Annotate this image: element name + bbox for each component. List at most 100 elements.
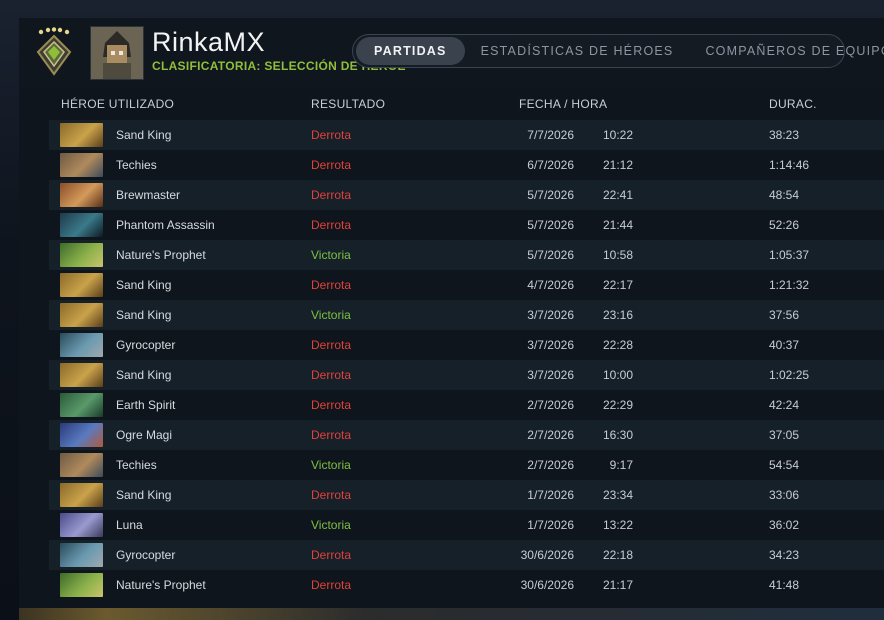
tab-teammates[interactable]: COMPAÑEROS DE EQUIPO xyxy=(689,37,884,65)
match-date: 1/7/2026 xyxy=(527,518,574,532)
table-row[interactable]: Sand King Derrota 1/7/2026 23:34 33:06 xyxy=(49,480,884,510)
match-date: 3/7/2026 xyxy=(527,368,574,382)
match-date: 1/7/2026 xyxy=(527,488,574,502)
match-result: Derrota xyxy=(311,368,352,382)
match-date: 5/7/2026 xyxy=(527,188,574,202)
match-duration: 34:23 xyxy=(769,548,800,562)
bottom-decoration xyxy=(19,608,884,620)
hero-portrait xyxy=(60,153,103,177)
match-result: Victoria xyxy=(311,458,351,472)
match-date: 30/6/2026 xyxy=(520,548,574,562)
match-duration: 41:48 xyxy=(769,578,800,592)
match-time: 21:17 xyxy=(602,578,633,592)
hero-name: Techies xyxy=(116,458,157,472)
match-date: 6/7/2026 xyxy=(527,158,574,172)
match-list: Sand King Derrota 7/7/2026 10:22 38:23 Techie… xyxy=(49,120,884,600)
match-duration: 33:06 xyxy=(769,488,800,502)
table-row[interactable]: Luna Victoria 1/7/2026 13:22 36:02 xyxy=(49,510,884,540)
hero-portrait xyxy=(60,513,103,537)
match-time: 22:28 xyxy=(602,338,633,352)
avatar[interactable] xyxy=(90,26,144,80)
match-time: 23:16 xyxy=(602,308,633,322)
hero-portrait xyxy=(60,363,103,387)
hero-portrait xyxy=(60,243,103,267)
match-time: 10:00 xyxy=(602,368,633,382)
hero-name: Sand King xyxy=(116,488,172,502)
match-result: Victoria xyxy=(311,248,351,262)
match-duration: 42:24 xyxy=(769,398,800,412)
match-date: 2/7/2026 xyxy=(527,458,574,472)
match-time: 10:22 xyxy=(602,128,633,142)
hero-name: Gyrocopter xyxy=(116,548,176,562)
match-date: 4/7/2026 xyxy=(527,278,574,292)
profile-header: RinkaMX CLASIFICATORIA: SELECCIÓN DE HÉR… xyxy=(19,18,884,88)
match-date: 3/7/2026 xyxy=(527,338,574,352)
match-duration: 37:05 xyxy=(769,428,800,442)
match-time: 9:17 xyxy=(609,458,633,472)
match-date: 2/7/2026 xyxy=(527,398,574,412)
table-row[interactable]: Sand King Victoria 3/7/2026 23:16 37:56 xyxy=(49,300,884,330)
hero-name: Sand King xyxy=(116,308,172,322)
hero-portrait xyxy=(60,483,103,507)
hero-name: Brewmaster xyxy=(116,188,181,202)
match-result: Derrota xyxy=(311,338,352,352)
match-date: 2/7/2026 xyxy=(527,428,574,442)
match-duration: 1:14:46 xyxy=(769,158,810,172)
table-row[interactable]: Sand King Derrota 3/7/2026 10:00 1:02:25 xyxy=(49,360,884,390)
match-time: 13:22 xyxy=(602,518,633,532)
match-result: Derrota xyxy=(311,578,352,592)
column-header-result[interactable]: RESULTADO xyxy=(311,97,385,111)
column-header-hero[interactable]: HÉROE UTILIZADO xyxy=(61,97,174,111)
table-row[interactable]: Phantom Assassin Derrota 5/7/2026 21:44 52:2… xyxy=(49,210,884,240)
match-result: Victoria xyxy=(311,518,351,532)
tab-hero-stats[interactable]: ESTADÍSTICAS DE HÉROES xyxy=(465,37,690,65)
hero-name: Luna xyxy=(116,518,143,532)
match-result: Derrota xyxy=(311,278,352,292)
table-row[interactable]: Gyrocopter Derrota 3/7/2026 22:28 40:37 xyxy=(49,330,884,360)
match-duration: 48:54 xyxy=(769,188,800,202)
match-duration: 1:02:25 xyxy=(769,368,810,382)
player-name: RinkaMX xyxy=(152,27,266,57)
hero-portrait xyxy=(60,573,103,597)
column-header-datetime[interactable]: FECHA / HORA xyxy=(519,97,607,111)
table-row[interactable]: Techies Derrota 6/7/2026 21:12 1:14:46 xyxy=(49,150,884,180)
match-time: 21:44 xyxy=(602,218,633,232)
match-result: Victoria xyxy=(311,308,351,322)
match-time: 21:12 xyxy=(602,158,633,172)
table-row[interactable]: Sand King Derrota 4/7/2026 22:17 1:21:32 xyxy=(49,270,884,300)
hero-name: Nature's Prophet xyxy=(116,248,206,262)
table-row[interactable]: Nature's Prophet Victoria 5/7/2026 10:58 1:0… xyxy=(49,240,884,270)
hero-portrait xyxy=(60,303,103,327)
match-duration: 36:02 xyxy=(769,518,800,532)
table-row[interactable]: Techies Victoria 2/7/2026 9:17 54:54 xyxy=(49,450,884,480)
table-row[interactable]: Gyrocopter Derrota 30/6/2026 22:18 34:23 xyxy=(49,540,884,570)
match-date: 30/6/2026 xyxy=(520,578,574,592)
match-date: 7/7/2026 xyxy=(527,128,574,142)
match-duration: 38:23 xyxy=(769,128,800,142)
match-history-panel: RinkaMX CLASIFICATORIA: SELECCIÓN DE HÉR… xyxy=(19,18,884,608)
match-time: 22:41 xyxy=(602,188,633,202)
hero-portrait xyxy=(60,123,103,147)
tab-bar: PARTIDAS ESTADÍSTICAS DE HÉROES COMPAÑER… xyxy=(352,34,884,68)
match-date: 5/7/2026 xyxy=(527,248,574,262)
hero-name: Nature's Prophet xyxy=(116,578,206,592)
match-time: 16:30 xyxy=(602,428,633,442)
match-result: Derrota xyxy=(311,218,352,232)
table-row[interactable]: Nature's Prophet Derrota 30/6/2026 21:17 41:… xyxy=(49,570,884,600)
tab-matches[interactable]: PARTIDAS xyxy=(356,37,465,65)
match-time: 22:17 xyxy=(602,278,633,292)
hero-name: Sand King xyxy=(116,278,172,292)
table-row[interactable]: Sand King Derrota 7/7/2026 10:22 38:23 xyxy=(49,120,884,150)
table-row[interactable]: Earth Spirit Derrota 2/7/2026 22:29 42:24 xyxy=(49,390,884,420)
hero-name: Sand King xyxy=(116,368,172,382)
hero-name: Phantom Assassin xyxy=(116,218,215,232)
match-result: Derrota xyxy=(311,188,352,202)
match-duration: 1:21:32 xyxy=(769,278,810,292)
match-result: Derrota xyxy=(311,128,352,142)
table-row[interactable]: Ogre Magi Derrota 2/7/2026 16:30 37:05 xyxy=(49,420,884,450)
table-row[interactable]: Brewmaster Derrota 5/7/2026 22:41 48:54 xyxy=(49,180,884,210)
match-date: 3/7/2026 xyxy=(527,308,574,322)
column-header-duration[interactable]: DURAC. xyxy=(769,97,817,111)
match-time: 22:18 xyxy=(602,548,633,562)
hero-name: Ogre Magi xyxy=(116,428,173,442)
